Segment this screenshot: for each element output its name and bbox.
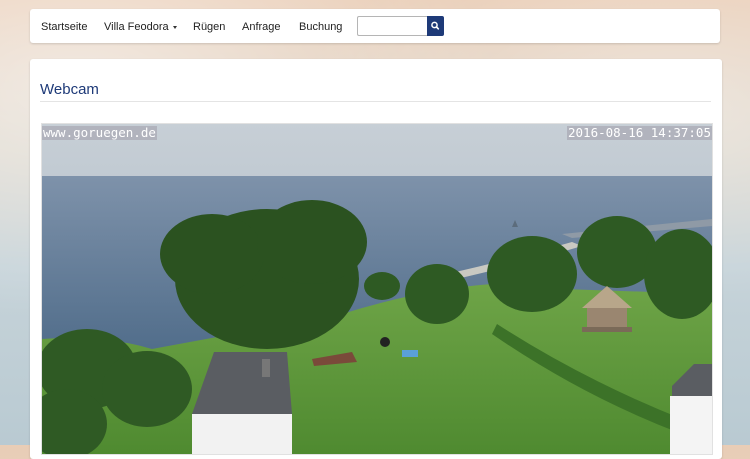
content-panel: Webcam www.goruegen.de 2016-08-16 14:37:…	[30, 59, 722, 459]
grill	[380, 337, 390, 347]
webcam-image: www.goruegen.de 2016-08-16 14:37:05	[41, 123, 713, 455]
caret-down-icon	[172, 25, 177, 29]
search-icon	[431, 21, 440, 30]
page-title: Webcam	[40, 81, 99, 98]
top-navbar: Startseite Villa Feodora Rügen Anfrage B…	[30, 9, 720, 43]
nav-item-label: Villa Feodora	[104, 21, 169, 33]
nav-item-anfrage[interactable]: Anfrage	[242, 9, 281, 43]
nav-item-buchung[interactable]: Buchung	[299, 9, 342, 43]
nav-item-startseite[interactable]: Startseite	[41, 9, 87, 43]
search-button[interactable]	[427, 16, 444, 36]
webcam-watermark: www.goruegen.de	[42, 125, 157, 140]
paddling-pool	[402, 350, 418, 357]
title-divider	[40, 101, 711, 102]
webcam-scene	[42, 124, 712, 454]
search-input[interactable]	[357, 16, 434, 36]
nav-item-ruegen[interactable]: Rügen	[193, 9, 225, 43]
nav-item-villa-feodora[interactable]: Villa Feodora	[104, 9, 177, 43]
webcam-timestamp: 2016-08-16 14:37:05	[567, 125, 712, 140]
